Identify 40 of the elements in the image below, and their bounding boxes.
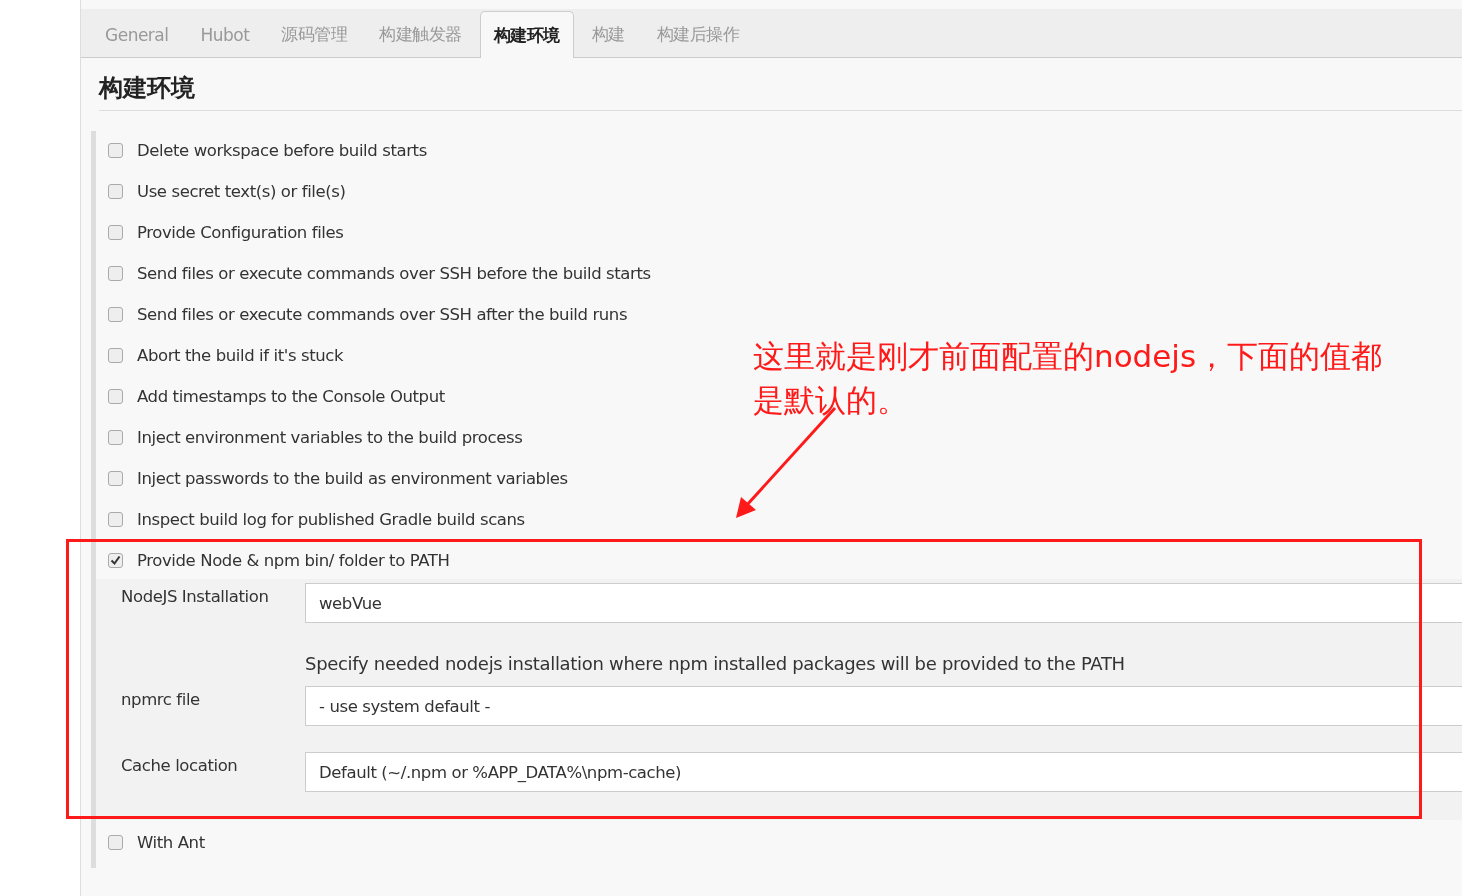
checkbox[interactable] [108,388,123,404]
tab[interactable]: 源码管理 [267,11,362,57]
checkbox[interactable] [108,142,123,158]
checkbox-label: Send files or execute commands over SSH after the build runs [137,304,628,324]
field-label: Cache location [120,755,239,775]
field-label: NodeJS Installation [120,586,270,606]
checkbox-label: Provide Node & npm bin/ folder to PATH [137,550,450,570]
select-field[interactable]: webVue [305,583,1462,623]
select-field[interactable]: - use system default - [305,686,1462,726]
checkbox-label: Delete workspace before build starts [137,140,427,160]
checkbox[interactable] [108,183,123,199]
checkbox[interactable] [108,511,123,527]
checkbox[interactable] [108,470,123,486]
checkbox-label: Inject environment variables to the build process [137,427,523,447]
tab[interactable]: 构建 [577,11,639,57]
checkbox[interactable] [108,834,123,850]
section-heading: 构建环境 [99,72,1462,111]
tab[interactable]: 构建触发器 [365,11,476,57]
checkbox[interactable] [108,347,123,363]
annotation-text: 这里就是刚才前面配置的nodejs，下面的值都是默认的。 [753,337,1384,420]
checkbox-label: With Ant [137,832,205,852]
checkbox[interactable] [108,429,123,445]
field-label: npmrc file [120,689,201,709]
checkbox[interactable] [108,265,123,281]
tab[interactable]: 构建环境 [479,11,574,58]
tab[interactable]: 构建后操作 [642,11,754,57]
select-field[interactable]: Default (~/.npm or %APP_DATA%\npm-cache) [305,752,1462,792]
checkbox-label: Add timestamps to the Console Output [137,386,445,406]
checkbox[interactable] [108,552,123,568]
checkbox-label: Send files or execute commands over SSH before the build starts [137,263,651,283]
checkbox[interactable] [108,224,123,240]
checkbox-label: Provide Configuration files [137,222,344,242]
checkbox-label: Inject passwords to the build as environment variables [137,468,568,488]
checkbox[interactable] [108,306,123,322]
checkbox-label: Inspect build log for published Gradle build scans [137,509,525,529]
help-text: Specify needed nodejs installation where npm installed packages will be provided to the PATH [305,653,1126,674]
checkbox-label: Abort the build if it's stuck [137,345,344,365]
tab[interactable]: Hubot [186,11,264,57]
tab[interactable]: General [91,11,183,57]
checkbox-label: Use secret text(s) or file(s) [137,181,346,201]
